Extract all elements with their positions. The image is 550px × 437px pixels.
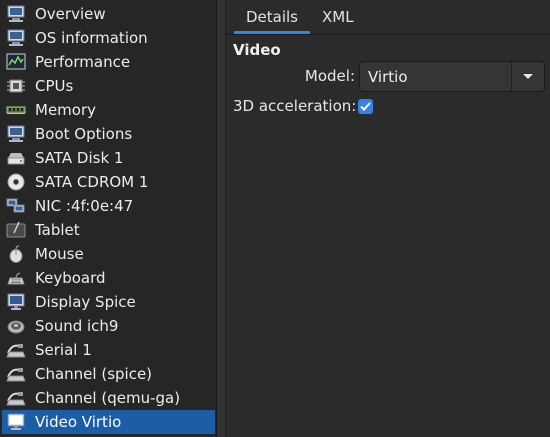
cpu-chip-icon [5,76,27,96]
section-title-video: Video [233,41,281,59]
pane-divider[interactable] [217,0,226,437]
sidebar-item-label: SATA CDROM 1 [35,173,149,191]
sidebar-item-nic[interactable]: NIC :4f:0e:47 [2,194,215,218]
sidebar-item-display-spice[interactable]: Display Spice [2,290,215,314]
serial-port-icon [5,388,27,408]
model-label: Model: [304,67,355,85]
monitor-icon [5,28,27,48]
sidebar-item-serial-1[interactable]: Serial 1 [2,338,215,362]
sidebar-item-label: NIC :4f:0e:47 [35,197,134,215]
3d-acceleration-checkbox[interactable] [358,99,373,114]
sidebar-item-video-virtio[interactable]: Video Virtio [2,410,215,434]
keyboard-icon [5,268,27,288]
sidebar-item-label: CPUs [35,77,74,95]
sidebar-item-label: Tablet [35,221,80,239]
tab-details[interactable]: Details [234,0,311,34]
sidebar-item-channel-qemu-ga[interactable]: Channel (qemu-ga) [2,386,215,410]
memory-module-icon [5,100,27,120]
model-dropdown[interactable]: Virtio [359,61,545,92]
3d-acceleration-label: 3D acceleration: [233,97,357,115]
hardware-list: Overview OS information Performance CPUs [2,2,215,434]
sidebar-item-label: Channel (qemu-ga) [35,389,181,407]
sidebar-item-sata-cdrom-1[interactable]: SATA CDROM 1 [2,170,215,194]
performance-graph-icon [5,52,27,72]
tablet-icon [5,220,27,240]
sidebar-item-boot-options[interactable]: Boot Options [2,122,215,146]
sidebar-item-tablet[interactable]: Tablet [2,218,215,242]
sidebar-item-label: Channel (spice) [35,365,153,383]
sidebar-item-sound-ich9[interactable]: Sound ich9 [2,314,215,338]
sidebar-item-channel-spice[interactable]: Channel (spice) [2,362,215,386]
sidebar-item-label: Keyboard [35,269,106,287]
checkmark-icon [360,102,371,111]
cdrom-icon [5,172,27,192]
hard-disk-icon [5,148,27,168]
serial-port-icon [5,340,27,360]
sidebar-item-overview[interactable]: Overview [2,2,215,26]
tab-bar: Details XML [226,0,550,35]
chevron-down-icon [523,73,533,79]
network-icon [5,196,27,216]
sidebar-item-label: SATA Disk 1 [35,149,124,167]
sidebar-item-keyboard[interactable]: Keyboard [2,266,215,290]
sidebar-item-mouse[interactable]: Mouse [2,242,215,266]
sound-icon [5,316,27,336]
monitor-icon [5,124,27,144]
sidebar-item-label: Performance [35,53,131,71]
sidebar-item-label: Mouse [35,245,84,263]
serial-port-icon [5,364,27,384]
details-pane: Details XML Video Model: Virtio 3D accel… [226,0,550,437]
sidebar-item-label: Sound ich9 [35,317,119,335]
sidebar-item-label: Boot Options [35,125,133,143]
sidebar-item-label: OS information [35,29,148,47]
tab-xml[interactable]: XML [310,0,366,34]
sidebar-item-label: Memory [35,101,97,119]
sidebar-item-label: Display Spice [35,293,136,311]
sidebar-item-label: Video Virtio [35,413,122,431]
sidebar-item-memory[interactable]: Memory [2,98,215,122]
sidebar-item-label: Serial 1 [35,341,92,359]
sidebar-item-cpus[interactable]: CPUs [2,74,215,98]
dropdown-button[interactable] [511,62,544,91]
sidebar-item-label: Overview [35,5,106,23]
sidebar-item-sata-disk-1[interactable]: SATA Disk 1 [2,146,215,170]
model-value: Virtio [368,67,408,86]
sidebar-item-os-information[interactable]: OS information [2,26,215,50]
video-display-icon [5,412,27,432]
sidebar-item-performance[interactable]: Performance [2,50,215,74]
hardware-sidebar: Overview OS information Performance CPUs [0,0,217,437]
mouse-icon [5,244,27,264]
display-icon [5,292,27,312]
monitor-icon [5,4,27,24]
